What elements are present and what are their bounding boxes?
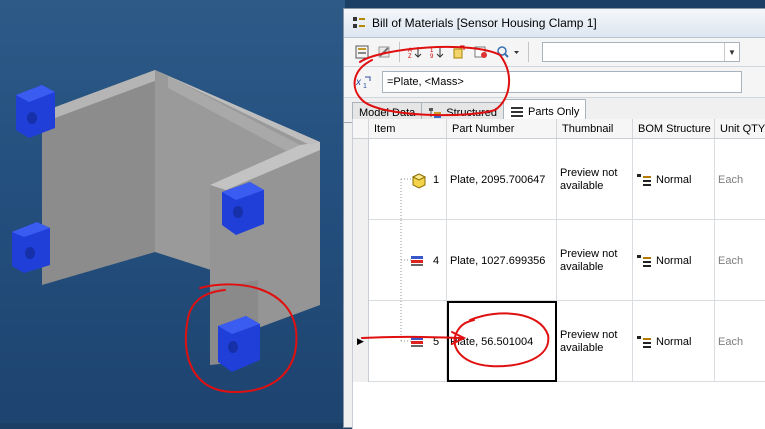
model-render — [12, 70, 320, 372]
part-number-cell[interactable]: Plate, 1027.699356 — [447, 220, 557, 301]
window-title: Bill of Materials [Sensor Housing Clamp … — [372, 16, 597, 30]
plate-icon — [411, 256, 423, 266]
bom-view-icon[interactable] — [352, 42, 372, 62]
row-selector[interactable] — [353, 220, 369, 301]
sort-descending-icon[interactable]: 19 — [427, 42, 447, 62]
table-row[interactable]: 1 Plate, 2095.700647 Preview not availab… — [353, 139, 765, 220]
row-selector[interactable] — [353, 139, 369, 220]
unit-qty-cell[interactable]: Each — [715, 301, 765, 382]
blue-block-lower-right — [218, 316, 260, 372]
table-row[interactable]: ▶ 5 Plate, 56.501004 Preview not availab… — [353, 301, 765, 382]
renumber-icon[interactable] — [471, 42, 491, 62]
current-row-arrow-icon: ▶ — [357, 336, 364, 346]
thumbnail-cell: Preview not available — [557, 220, 633, 301]
plate-icon — [411, 337, 423, 347]
chevron-down-icon[interactable]: ▼ — [724, 43, 739, 61]
structured-icon — [429, 107, 442, 118]
part-number-cell[interactable]: Plate, 2095.700647 — [447, 139, 557, 220]
bom-grid: Item Part Number Thumbnail BOM Structure… — [352, 119, 765, 429]
blue-block-left-middle — [12, 222, 50, 273]
column-header-thumbnail[interactable]: Thumbnail — [557, 119, 633, 139]
svg-text:Z: Z — [408, 54, 412, 59]
thumbnail-cell: Preview not available — [557, 301, 633, 382]
unit-qty-cell[interactable]: Each — [715, 139, 765, 220]
table-row[interactable]: 4 Plate, 1027.699356 Preview not availab… — [353, 220, 765, 301]
bom-structure-icon — [637, 254, 651, 267]
toolbar-separator — [399, 42, 400, 62]
bom-window: Bill of Materials [Sensor Housing Clamp … — [343, 8, 765, 429]
bom-app-icon — [352, 16, 366, 30]
row-selector[interactable]: ▶ — [353, 301, 369, 382]
export-icon[interactable] — [449, 42, 469, 62]
column-header-item[interactable]: Item — [369, 119, 447, 139]
svg-text:x: x — [356, 77, 362, 88]
bom-structure-cell[interactable]: Normal — [633, 220, 715, 301]
svg-text:9: 9 — [430, 54, 434, 59]
model-viewport[interactable] — [0, 0, 345, 423]
bom-structure-icon — [637, 335, 651, 348]
item-cell: 4 — [369, 220, 447, 301]
svg-text:1: 1 — [363, 83, 367, 89]
bom-structure-cell[interactable]: Normal — [633, 139, 715, 220]
formula-icon[interactable]: x1 — [354, 72, 374, 92]
parts-only-icon — [511, 106, 524, 117]
toolbar-separator — [528, 42, 529, 62]
toolbar-combo[interactable]: ▼ — [542, 42, 740, 62]
column-header-unit-qty[interactable]: Unit QTY — [715, 119, 765, 139]
zoom-icon[interactable] — [493, 42, 523, 62]
toolbar: AZ 19 ▼ — [344, 38, 765, 67]
formula-input[interactable]: =Plate, <Mass> — [382, 71, 742, 93]
sort-ascending-icon[interactable]: AZ — [405, 42, 425, 62]
column-header-bom-structure[interactable]: BOM Structure — [633, 119, 715, 139]
row-header-corner — [353, 119, 369, 139]
thumbnail-cell: Preview not available — [557, 139, 633, 220]
unit-qty-cell[interactable]: Each — [715, 220, 765, 301]
part-number-cell-selected[interactable]: Plate, 56.501004 — [447, 301, 557, 382]
clamp-back-wall — [42, 70, 155, 285]
bom-structure-icon — [637, 173, 651, 186]
part-icon — [411, 173, 427, 189]
title-bar: Bill of Materials [Sensor Housing Clamp … — [344, 9, 765, 38]
edit-icon[interactable] — [374, 42, 394, 62]
item-cell: 1 — [369, 139, 447, 220]
bom-structure-cell[interactable]: Normal — [633, 301, 715, 382]
column-header-part-number[interactable]: Part Number — [447, 119, 557, 139]
blue-block-top-left — [16, 85, 55, 138]
item-cell: 5 — [369, 301, 447, 382]
formula-row: x1 =Plate, <Mass> — [344, 67, 765, 98]
